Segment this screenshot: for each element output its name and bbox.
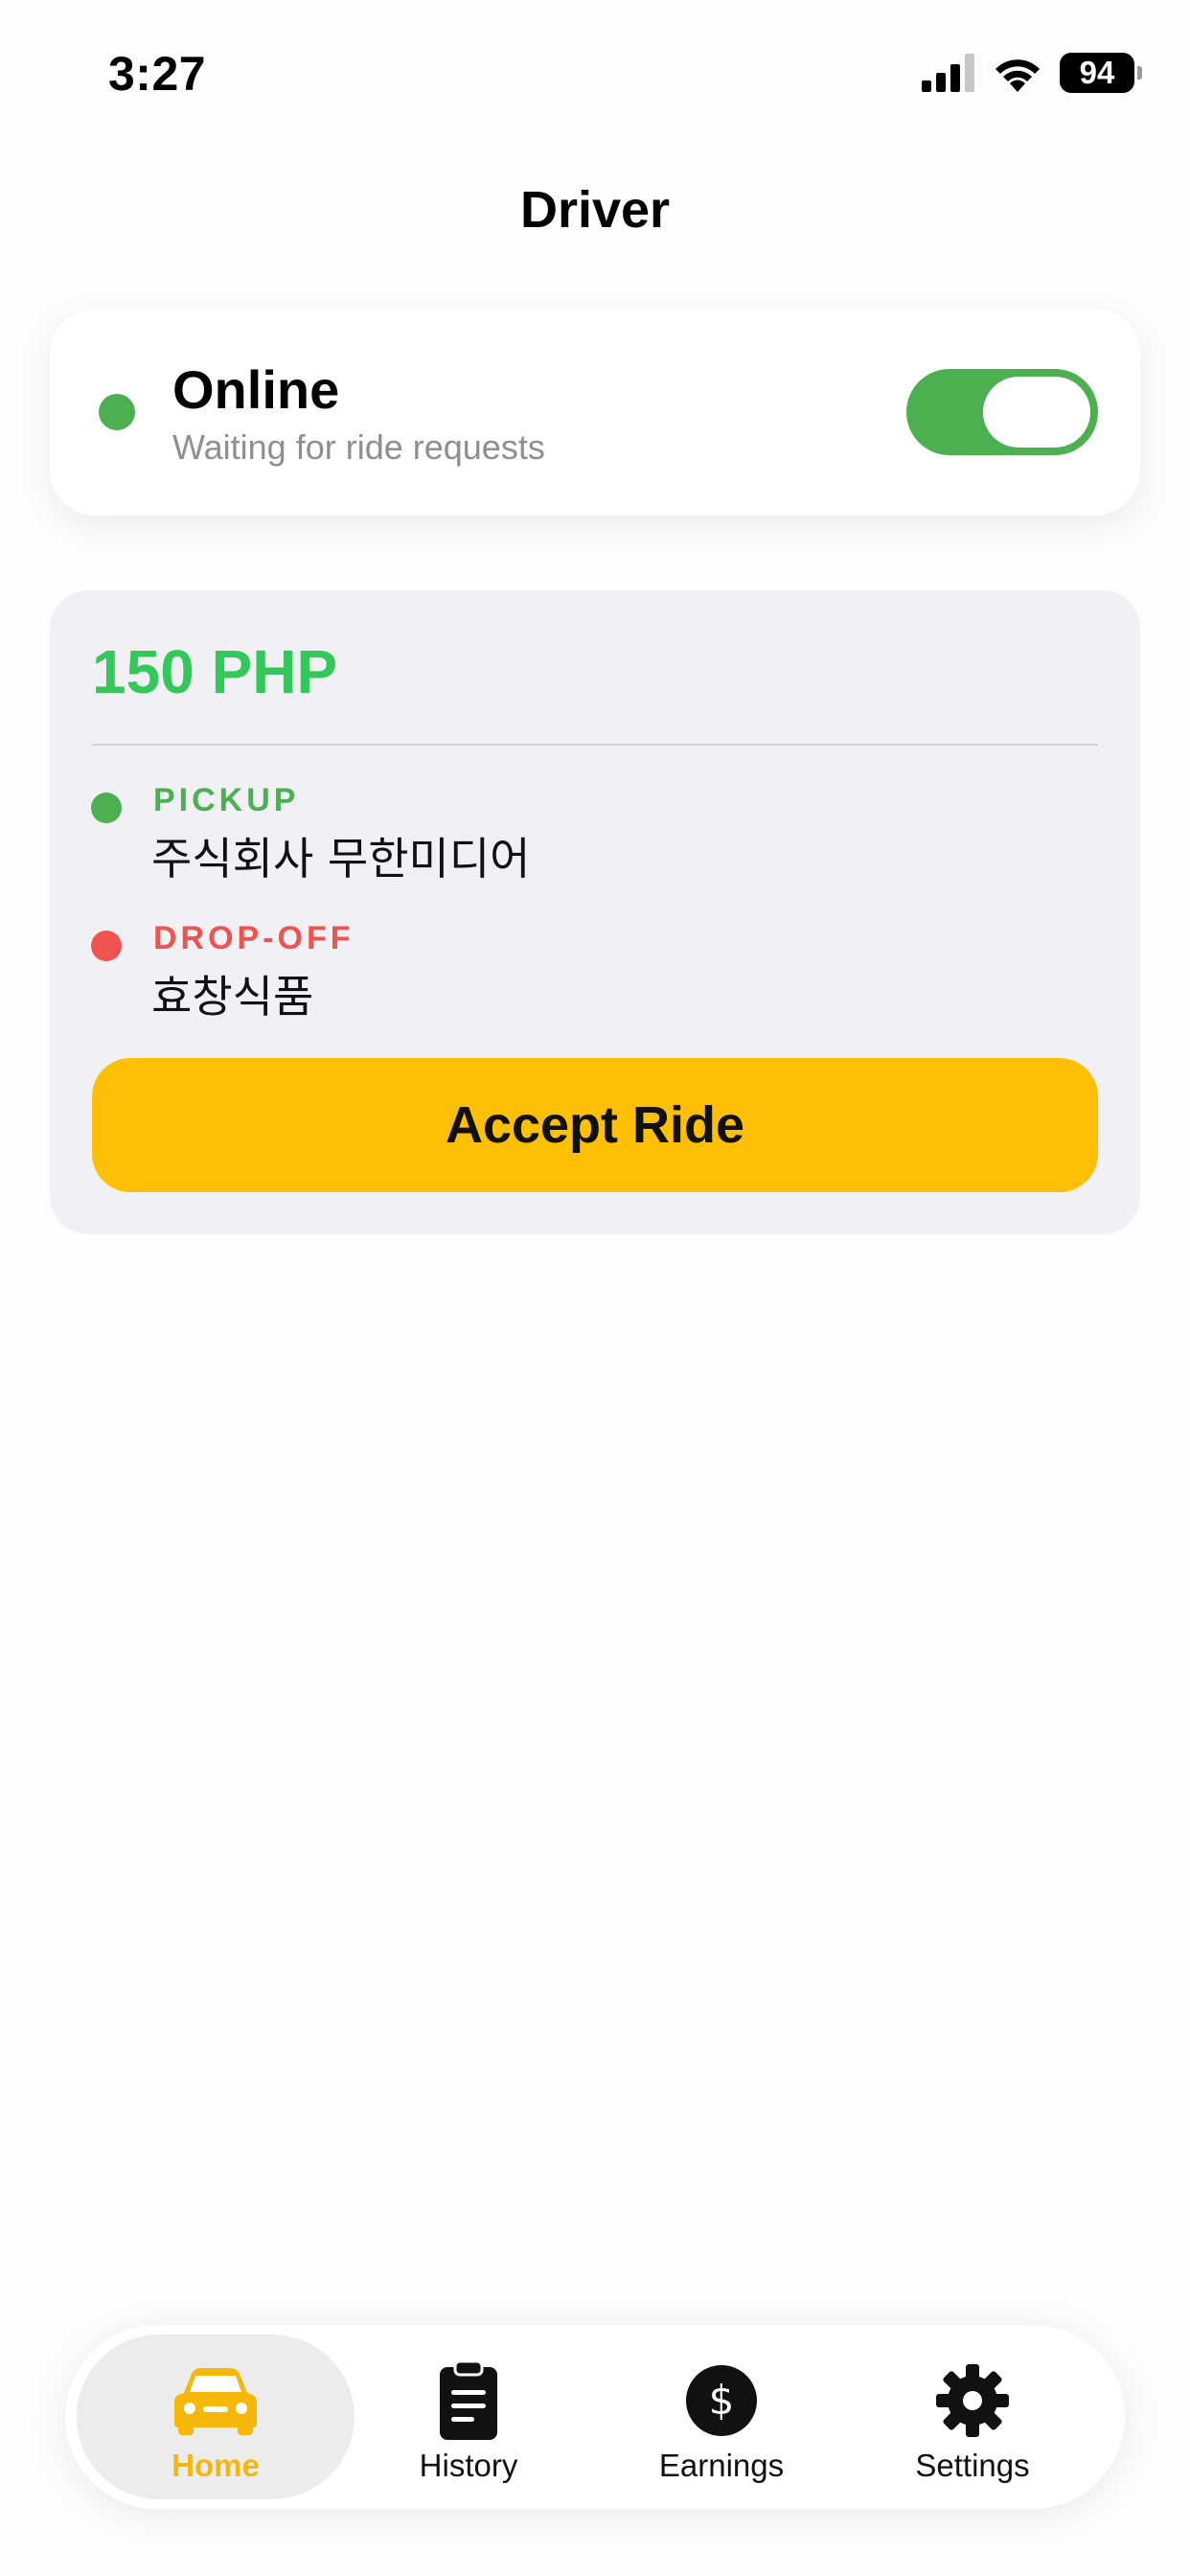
- pickup-label: PICKUP: [153, 782, 300, 818]
- dropoff-dot: [91, 931, 122, 961]
- online-status-title: Online: [172, 359, 340, 420]
- dropoff-location: 효창식품: [151, 971, 314, 1023]
- page-title: Driver: [519, 181, 671, 239]
- tab-history-label: History: [419, 2448, 518, 2483]
- toggle-knob: [983, 377, 1090, 448]
- gear-icon: [934, 2358, 1011, 2444]
- battery-icon: 94: [1060, 53, 1142, 93]
- svg-text:$: $: [709, 2377, 735, 2424]
- wifi-icon: [995, 59, 1040, 92]
- status-time: 3:27: [108, 47, 207, 101]
- tab-home[interactable]: Home: [77, 2334, 355, 2499]
- dropoff-label: DROP-OFF: [153, 920, 355, 956]
- online-status-subtitle: Waiting for ride requests: [172, 427, 545, 467]
- car-icon: [172, 2358, 259, 2444]
- online-toggle[interactable]: [906, 369, 1098, 455]
- pickup-dot: [91, 793, 122, 823]
- clipboard-icon: [438, 2358, 499, 2444]
- battery-level: 94: [1079, 55, 1115, 90]
- tab-settings-label: Settings: [915, 2448, 1030, 2483]
- dollar-icon: $: [685, 2358, 758, 2444]
- driver-screen: 3:27 94 Driver Online Waiting for ride r…: [0, 0, 1190, 2576]
- tab-history[interactable]: History: [330, 2334, 607, 2499]
- card-divider: [92, 744, 1098, 746]
- tab-earnings[interactable]: $ Earnings: [583, 2334, 860, 2499]
- pickup-location: 주식회사 무한미디어: [151, 833, 531, 885]
- tab-settings[interactable]: Settings: [834, 2334, 1111, 2499]
- ride-fare: 150 PHP: [92, 637, 338, 706]
- status-icons: 94: [922, 53, 1142, 93]
- accept-ride-button[interactable]: Accept Ride: [92, 1058, 1098, 1192]
- online-status-dot: [99, 394, 135, 430]
- tab-earnings-label: Earnings: [658, 2448, 785, 2483]
- signal-icon: [922, 54, 974, 92]
- tab-home-label: Home: [172, 2448, 260, 2483]
